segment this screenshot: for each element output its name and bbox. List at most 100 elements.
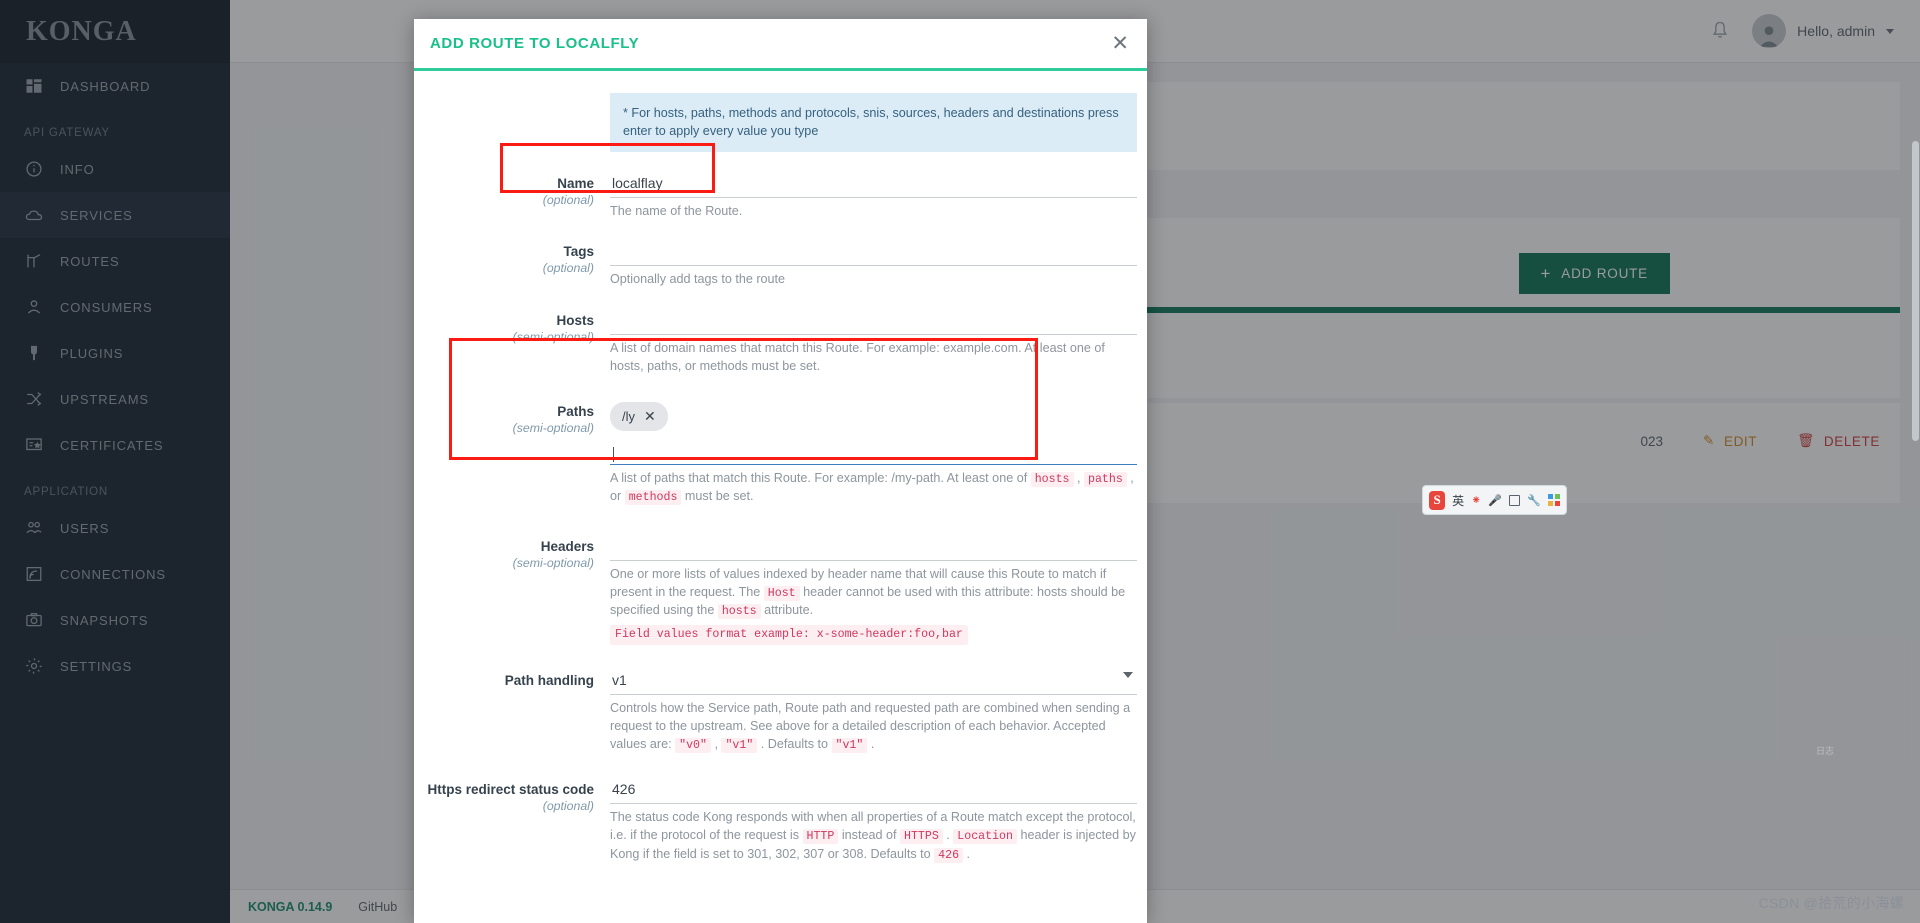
code-location: Location [953, 829, 1017, 845]
field-tags-labels: Tags (optional) [426, 242, 610, 289]
field-hosts-control: A list of domain names that match this R… [610, 311, 1137, 376]
field-hosts: Hosts (semi-optional) A list of domain n… [426, 311, 1137, 376]
paths-tag-list: /ly ✕ [610, 402, 1137, 431]
field-path-handling: Path handling Controls how the Service p… [426, 671, 1137, 754]
field-https-label: Https redirect status code [427, 782, 594, 798]
name-input[interactable] [610, 173, 1137, 198]
ime-language-label[interactable]: 英 [1452, 492, 1464, 509]
field-ph-mid1: , [710, 736, 722, 751]
field-https-hint-post: . [963, 846, 971, 861]
field-hosts-hint: A list of domain names that match this R… [610, 340, 1137, 376]
field-paths-labels: Paths (semi-optional) [426, 402, 610, 507]
field-tags: Tags (optional) Optionally add tags to t… [426, 242, 1137, 289]
code-hosts: hosts [717, 604, 761, 620]
field-paths-hint-pre: A list of paths that match this Route. F… [610, 471, 1031, 485]
page-scrollbar[interactable] [1911, 63, 1920, 923]
field-tags-hint: Optionally add tags to the route [610, 272, 786, 287]
field-tags-label: Tags [563, 244, 594, 260]
field-hosts-label: Hosts [556, 313, 594, 329]
field-headers-label: Headers [540, 538, 594, 554]
field-headers-labels: Headers (semi-optional) [426, 537, 610, 645]
https-redirect-status-code-input[interactable] [610, 780, 1137, 805]
field-path-handling-labels: Path handling [426, 671, 610, 754]
field-name-label: Name [557, 175, 594, 191]
sogou-logo-icon: S [1429, 490, 1446, 510]
field-headers: Headers (semi-optional) One or more list… [426, 536, 1137, 646]
modal-header: ADD ROUTE TO LOCALFLY ✕ [414, 19, 1147, 71]
keyboard-icon[interactable] [1508, 494, 1521, 506]
field-path-handling-control: Controls how the Service path, Route pat… [610, 671, 1137, 754]
field-https-hint: The status code Kong responds with when … [610, 809, 1137, 864]
field-headers-hint: One or more lists of values indexed by h… [610, 566, 1137, 646]
ime-flower-icon[interactable]: ⁕ [1471, 493, 1481, 507]
field-paths-hint: A list of paths that match this Route. F… [610, 470, 1137, 507]
field-paths-hint-post: must be set. [681, 489, 754, 504]
chevron-down-icon [1123, 672, 1133, 679]
text-caret [613, 447, 614, 462]
app-root: Se Ro Pl Eli Ser service [0, 0, 1920, 923]
code-field-values-example: Field values format example: x-some-head… [610, 624, 968, 646]
modal-body: * For hosts, paths, methods and protocol… [414, 71, 1147, 923]
field-https-mid1: instead of [838, 828, 900, 843]
field-https-labels: Https redirect status code (optional) [426, 780, 610, 864]
field-path-handling-label: Path handling [504, 673, 594, 689]
field-paths-control: /ly ✕ A list of paths that match this Ro… [610, 402, 1137, 507]
path-handling-value[interactable] [610, 671, 1137, 696]
paths-tag[interactable]: /ly ✕ [610, 402, 668, 431]
hosts-input[interactable] [610, 311, 1137, 336]
code-v1-default: "v1" [831, 737, 868, 753]
ime-toolbar[interactable]: S 英 ⁕ 🎤 🔧 [1422, 485, 1567, 515]
mic-icon[interactable]: 🎤 [1488, 494, 1502, 507]
field-tags-control: Optionally add tags to the route [610, 242, 1137, 289]
field-paths: Paths (semi-optional) /ly ✕ A list of pa… [426, 402, 1137, 507]
field-paths-label: Paths [557, 404, 594, 419]
code-hosts: hosts [1030, 472, 1074, 487]
paths-tag-label: /ly [622, 409, 635, 424]
code-http: HTTP [802, 829, 839, 845]
field-headers-optional: (semi-optional) [512, 555, 594, 570]
field-hosts-labels: Hosts (semi-optional) [426, 311, 610, 376]
tools-icon[interactable]: 🔧 [1527, 494, 1541, 507]
watermark: CSDN @拾荒的小海螺 [1758, 895, 1904, 911]
field-https-optional: (optional) [542, 799, 594, 814]
field-tags-optional: (optional) [542, 261, 594, 276]
code-paths: paths [1084, 472, 1127, 487]
code-426: 426 [934, 847, 964, 863]
tags-input[interactable] [610, 242, 1137, 267]
paths-input[interactable] [610, 437, 1137, 465]
code-v0: "v0" [675, 737, 711, 753]
code-https: HTTPS [899, 829, 943, 845]
paths-input-wrap [610, 437, 1137, 465]
add-route-modal: ADD ROUTE TO LOCALFLY ✕ * For hosts, pat… [414, 19, 1147, 923]
close-icon[interactable]: ✕ [644, 408, 656, 425]
field-https-control: The status code Kong responds with when … [610, 780, 1137, 864]
field-hosts-hint-b: hosts, paths, or methods must be set. [610, 359, 820, 374]
field-name: Name (optional) The name of the Route. [426, 173, 1137, 221]
field-paths-mid1: , [1073, 471, 1084, 485]
scrollbar-thumb[interactable] [1912, 141, 1919, 441]
field-hosts-optional: (semi-optional) [512, 330, 594, 345]
field-https-mid2: . [942, 828, 954, 843]
headers-input[interactable] [610, 536, 1137, 561]
field-ph-hint-post: . [867, 736, 875, 751]
watermark-small: 日志 [1815, 746, 1834, 756]
field-name-hint: The name of the Route. [610, 203, 743, 218]
field-ph-mid2: . Defaults to [757, 736, 832, 751]
field-name-labels: Name (optional) [426, 174, 610, 221]
code-host: Host [763, 585, 800, 601]
field-path-handling-hint: Controls how the Service path, Route pat… [610, 700, 1137, 754]
field-headers-hint-post: attribute. [760, 603, 814, 618]
field-hosts-hint-a: A list of domain names that match this R… [610, 341, 1105, 356]
modal-title: ADD ROUTE TO LOCALFLY [430, 35, 640, 52]
close-icon[interactable]: ✕ [1111, 33, 1129, 54]
code-v1: "v1" [721, 737, 758, 753]
modal-notice: * For hosts, paths, methods and protocol… [610, 93, 1137, 152]
code-methods: methods [624, 490, 682, 506]
field-https-redirect-status-code: Https redirect status code (optional) Th… [426, 780, 1137, 864]
field-name-optional: (optional) [542, 192, 594, 207]
field-paths-optional: (semi-optional) [512, 421, 594, 435]
field-headers-control: One or more lists of values indexed by h… [610, 536, 1137, 646]
field-name-control: The name of the Route. [610, 173, 1137, 221]
apps-icon[interactable] [1548, 494, 1560, 506]
path-handling-select[interactable] [610, 671, 1137, 696]
